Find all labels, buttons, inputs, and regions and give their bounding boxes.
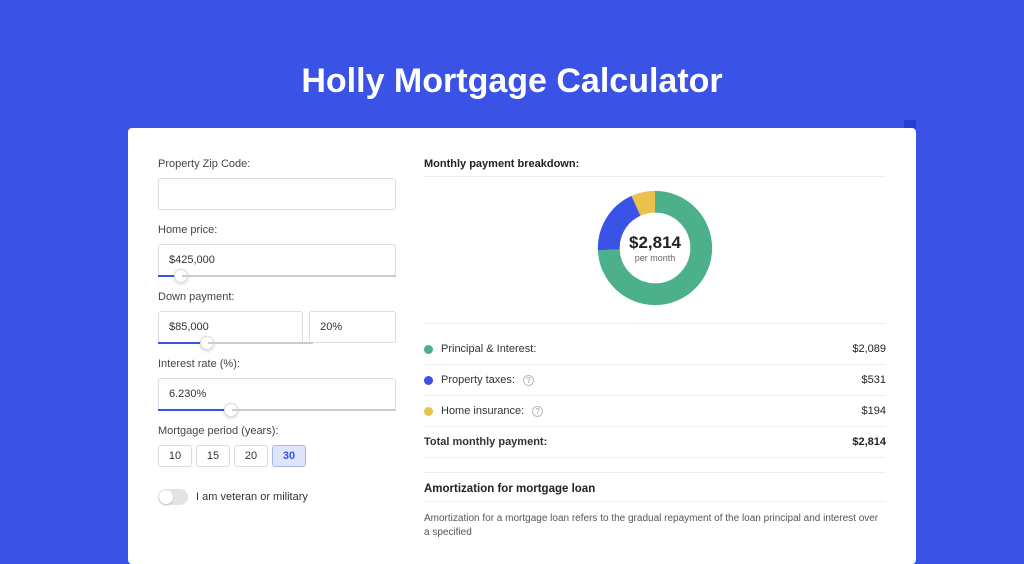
slider-thumb[interactable] [174,269,188,283]
period-button-15[interactable]: 15 [196,445,230,467]
home-price-input[interactable] [158,244,396,276]
home-price-label: Home price: [158,224,396,236]
donut-center-amount: $2,814 [629,233,681,253]
info-icon[interactable]: ? [532,406,543,417]
legend-dot-icon [424,407,433,416]
payment-donut-chart: $2,814 per month [594,187,716,309]
donut-center-sub: per month [635,253,676,263]
amortization-title: Amortization for mortgage loan [424,483,886,495]
legend-label: Property taxes: [441,374,515,386]
legend-row-taxes: Property taxes: ? $531 [424,365,886,396]
legend-label: Home insurance: [441,405,524,417]
legend-dot-icon [424,345,433,354]
inputs-column: Property Zip Code: Home price: Down paym… [158,152,396,540]
legend-row-principal: Principal & Interest: $2,089 [424,334,886,365]
legend-value: $2,089 [852,343,886,355]
interest-rate-label: Interest rate (%): [158,358,396,370]
legend-dot-icon [424,376,433,385]
veteran-label: I am veteran or military [196,491,308,503]
down-payment-percent-input[interactable] [309,311,396,343]
calculator-card: Property Zip Code: Home price: Down paym… [128,128,916,564]
amortization-body: Amortization for a mortgage loan refers … [424,512,886,540]
breakdown-title: Monthly payment breakdown: [424,158,886,170]
period-button-10[interactable]: 10 [158,445,192,467]
toggle-knob [159,490,173,504]
divider [424,176,886,177]
total-value: $2,814 [852,436,886,448]
info-icon[interactable]: ? [523,375,534,386]
legend-row-insurance: Home insurance: ? $194 [424,396,886,427]
page-title: Holly Mortgage Calculator [0,0,1024,101]
slider-thumb[interactable] [224,403,238,417]
period-button-30[interactable]: 30 [272,445,306,467]
veteran-toggle[interactable] [158,489,188,505]
legend-value: $194 [862,405,886,417]
slider-thumb[interactable] [200,336,214,350]
legend-label: Principal & Interest: [441,343,536,355]
home-price-slider[interactable] [158,275,396,277]
divider [424,472,886,473]
zip-label: Property Zip Code: [158,158,396,170]
legend-row-total: Total monthly payment: $2,814 [424,427,886,458]
interest-rate-slider[interactable] [158,409,396,411]
total-label: Total monthly payment: [424,436,547,448]
down-payment-amount-input[interactable] [158,311,303,343]
period-label: Mortgage period (years): [158,425,396,437]
breakdown-column: Monthly payment breakdown: $2,814 per mo… [424,152,886,540]
period-options: 10 15 20 30 [158,445,396,467]
period-button-20[interactable]: 20 [234,445,268,467]
divider [424,501,886,502]
interest-rate-input[interactable] [158,378,396,410]
down-payment-slider[interactable] [158,342,313,344]
divider [424,323,886,324]
down-payment-label: Down payment: [158,291,396,303]
legend-value: $531 [862,374,886,386]
zip-input[interactable] [158,178,396,210]
